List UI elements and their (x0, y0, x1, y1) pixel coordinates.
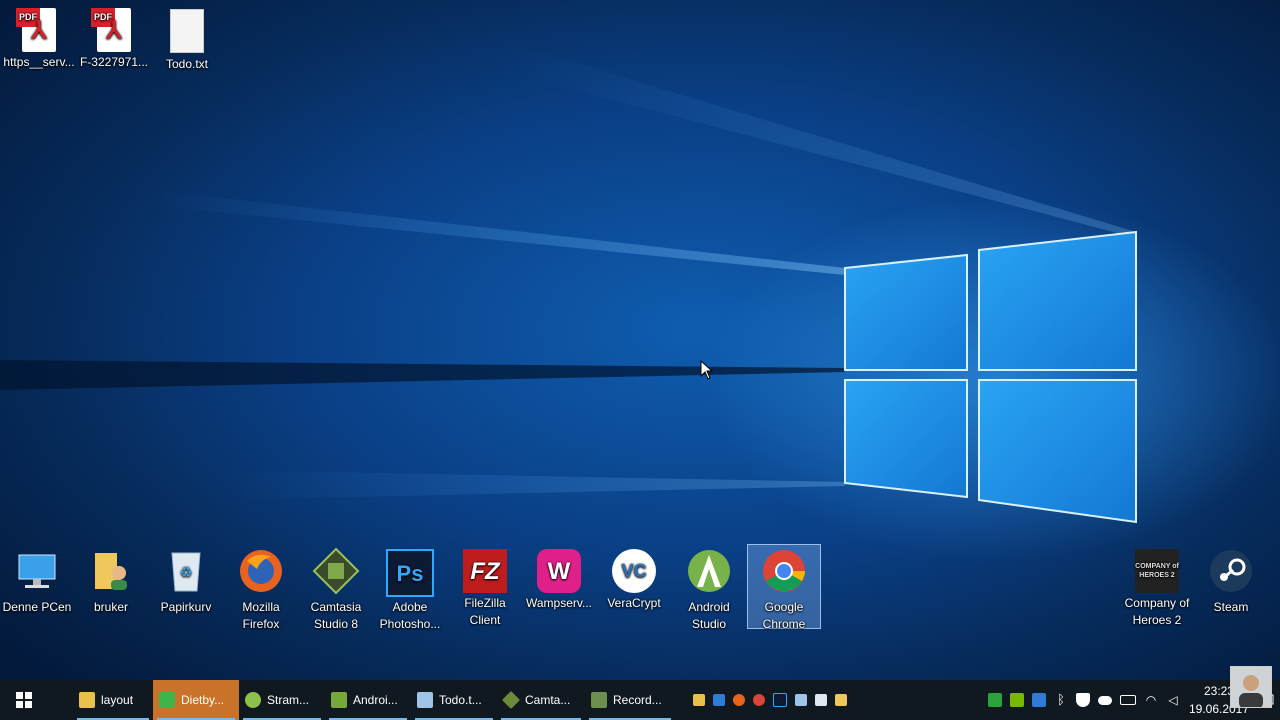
desktop-icon-bruker[interactable]: bruker (74, 545, 148, 616)
windows-logo-wallpaper (844, 230, 1137, 524)
svg-text:♻: ♻ (180, 564, 193, 580)
system-tray: ᛒ ◠ ◁ (984, 693, 1184, 707)
wifi-icon[interactable]: ◠ (1144, 693, 1158, 707)
folder-icon[interactable] (693, 694, 705, 706)
taskbar-button-stram[interactable]: Stram... (239, 680, 325, 720)
desktop-icon-label: Todo.txt (165, 57, 209, 71)
desktop-icon-steam[interactable]: Steam (1194, 545, 1268, 616)
chrome-icon[interactable] (753, 694, 765, 706)
nvidia-icon[interactable] (1010, 693, 1024, 707)
computer-icon (13, 547, 61, 595)
app-icon (245, 692, 261, 708)
folder-icon (79, 692, 95, 708)
desktop-icon-label: https__serv... (3, 55, 75, 69)
taskbar-button-android-studio[interactable]: Androi... (325, 680, 411, 720)
desktop-icon-google-chrome[interactable]: Google Chrome (747, 544, 821, 631)
desktop-icon-f-3227971[interactable]: PDF ⅄ F-3227971... (77, 4, 151, 71)
notepad-icon (417, 692, 433, 708)
android-studio-icon (331, 692, 347, 708)
pdf-file-icon: PDF ⅄ (16, 8, 56, 52)
desktop-icon-label: F-3227971... (79, 55, 149, 69)
taskbar-button-dietby[interactable]: Dietby... (153, 680, 239, 720)
chrome-icon (760, 547, 808, 595)
taskbar-button-camtasia[interactable]: Camta... (497, 680, 585, 720)
steam-icon (1207, 547, 1255, 595)
desktop-icon-wampserver[interactable]: W Wampserv... (522, 545, 596, 612)
battery-icon[interactable] (1120, 695, 1136, 705)
camtasia-icon (312, 547, 360, 595)
desktop-icon[interactable] (713, 694, 725, 706)
desktop-icon-camtasia[interactable]: Camtasia Studio 8 (299, 545, 373, 633)
desktop-icon-veracrypt[interactable]: VC VeraCrypt (597, 545, 671, 612)
notepad-icon[interactable] (795, 694, 807, 706)
taskbar-button-todo-txt[interactable]: Todo.t... (411, 680, 497, 720)
desktop-icon-company-of-heroes-2[interactable]: COMPANY of HEROES 2 Company of Heroes 2 (1120, 545, 1194, 629)
tray-app-icon[interactable] (988, 693, 1002, 707)
photoshop-icon[interactable] (773, 693, 787, 707)
app-icon (159, 692, 175, 708)
recorder-icon (591, 692, 607, 708)
desktop-icon-mozilla-firefox[interactable]: Mozilla Firefox (224, 545, 298, 633)
firefox-icon (237, 547, 285, 595)
filezilla-icon: FZ (463, 549, 507, 593)
display-icon[interactable] (1032, 693, 1046, 707)
bluetooth-icon[interactable]: ᛒ (1054, 693, 1068, 707)
start-button[interactable] (0, 680, 48, 720)
taskbar-button-recorder[interactable]: Record... (585, 680, 675, 720)
desktop[interactable]: PDF ⅄ https__serv... PDF ⅄ F-3227971... To… (0, 0, 1280, 680)
desktop-icon-adobe-photoshop[interactable]: Ps Adobe Photosho... (373, 545, 447, 633)
shield-icon[interactable] (1076, 693, 1090, 707)
note-icon[interactable] (835, 694, 847, 706)
onedrive-icon[interactable] (1098, 695, 1112, 705)
taskbar: layout Dietby... Stram... Androi... Todo… (0, 680, 1280, 720)
user-folder-icon (87, 547, 135, 595)
document-icon[interactable] (815, 694, 827, 706)
desktop-icon-denne-pcen[interactable]: Denne PCen (0, 545, 74, 616)
mouse-cursor-icon (700, 360, 714, 380)
company-of-heroes-icon: COMPANY of HEROES 2 (1135, 549, 1179, 593)
desktop-icon-https-serv[interactable]: PDF ⅄ https__serv... (2, 4, 76, 71)
desktop-icon-papirkurv[interactable]: ♻ Papirkurv (149, 545, 223, 616)
android-studio-icon (685, 547, 733, 595)
camtasia-icon (501, 690, 521, 710)
veracrypt-icon: VC (612, 549, 656, 593)
firefox-icon[interactable] (733, 694, 745, 706)
photoshop-icon: Ps (386, 549, 434, 597)
taskbar-button-layout[interactable]: layout (73, 680, 153, 720)
recycle-bin-icon: ♻ (162, 547, 210, 595)
wampserver-icon: W (537, 549, 581, 593)
webcam-overlay (1230, 666, 1272, 708)
pdf-file-icon: PDF ⅄ (91, 8, 131, 52)
volume-icon[interactable]: ◁ (1166, 693, 1180, 707)
quick-launch-toolbar (689, 693, 851, 707)
desktop-icon-android-studio[interactable]: Android Studio (672, 545, 746, 633)
desktop-icon-filezilla[interactable]: FZ FileZilla Client (448, 545, 522, 629)
text-file-icon (170, 9, 204, 53)
windows-start-icon (16, 692, 32, 708)
desktop-icon-todo-txt[interactable]: Todo.txt (150, 4, 224, 73)
